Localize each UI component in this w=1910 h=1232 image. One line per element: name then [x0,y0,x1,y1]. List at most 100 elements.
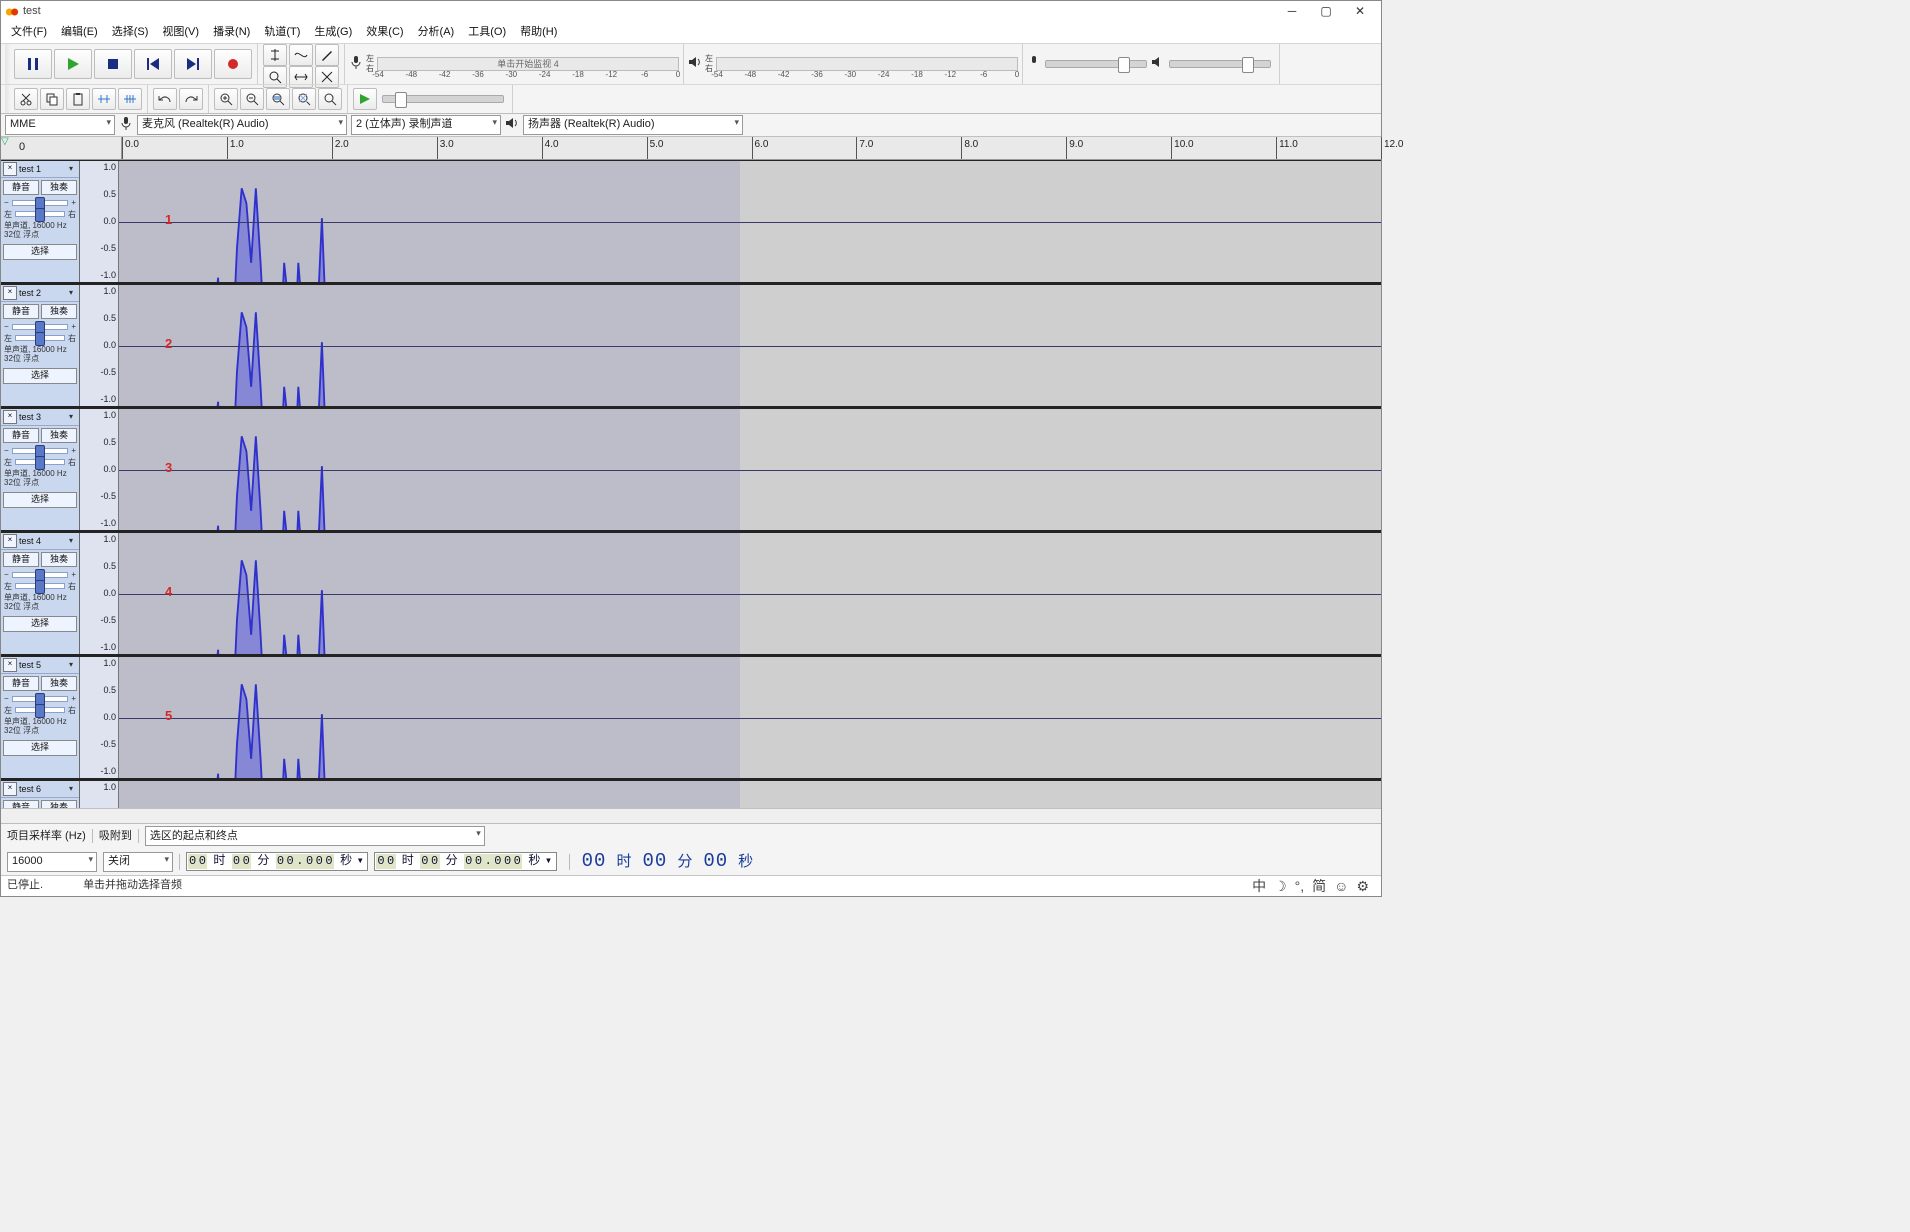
pan-slider[interactable] [15,459,65,465]
gain-slider[interactable] [12,696,69,702]
sample-rate-select[interactable]: 16000 [7,852,97,872]
solo-button[interactable]: 独奏 [41,676,77,691]
track-name[interactable]: test 1 [19,164,63,175]
menu-effect[interactable]: 效果(C) [360,24,409,41]
track-name[interactable]: test 4 [19,536,63,547]
moon-icon[interactable]: ☽ [1274,878,1287,895]
ime-mode[interactable]: 中 [1252,878,1266,895]
horizontal-scrollbar[interactable] [1,808,1381,823]
playback-device-select[interactable]: 扬声器 (Realtek(R) Audio) [523,115,743,135]
recording-meter[interactable]: 单击开始监视 4 -54-48-42-36-30-24-18-12-60 [377,57,679,71]
mute-button[interactable]: 静音 [3,428,39,443]
recording-channels-select[interactable]: 2 (立体声) 录制声道 [351,115,501,135]
vertical-scale[interactable]: 1.00.50.0-0.5-1.0 [80,161,119,282]
track-close-button[interactable]: × [3,534,17,548]
pan-slider[interactable] [15,583,65,589]
skip-end-button[interactable] [174,49,212,79]
play-at-speed-button[interactable] [353,88,377,110]
silence-button[interactable] [118,88,142,110]
gain-slider[interactable] [12,324,69,330]
selection-end-time[interactable]: 00 时 00 分 00.000 秒▾ [374,852,556,870]
track-close-button[interactable]: × [3,162,17,176]
menu-file[interactable]: 文件(F) [5,24,53,41]
menu-edit[interactable]: 编辑(E) [55,24,104,41]
envelope-tool-button[interactable] [289,44,313,66]
solo-button[interactable]: 独奏 [41,800,77,808]
cut-button[interactable] [14,88,38,110]
audio-host-select[interactable]: MME [5,115,115,135]
playback-volume-slider[interactable] [1169,60,1271,68]
mute-button[interactable]: 静音 [3,552,39,567]
playback-speed-slider[interactable] [382,95,504,103]
track-collapse-button[interactable]: 选择 [3,616,77,632]
maximize-button[interactable]: ▢ [1309,1,1343,23]
fit-selection-button[interactable] [266,88,290,110]
zoom-toggle-button[interactable] [318,88,342,110]
mute-button[interactable]: 静音 [3,304,39,319]
stop-button[interactable] [94,49,132,79]
gain-slider[interactable] [12,448,69,454]
zoom-out-button[interactable] [240,88,264,110]
pan-slider[interactable] [15,211,65,217]
menu-generate[interactable]: 生成(G) [308,24,358,41]
solo-button[interactable]: 独奏 [41,552,77,567]
mute-button[interactable]: 静音 [3,676,39,691]
smile-icon[interactable]: ☺ [1334,878,1348,895]
gain-slider[interactable] [12,572,69,578]
grip[interactable] [5,85,11,113]
solo-button[interactable]: 独奏 [41,428,77,443]
selection-tool-button[interactable] [263,44,287,66]
pan-slider[interactable] [15,335,65,341]
recording-device-select[interactable]: 麦克风 (Realtek(R) Audio) [137,115,347,135]
mute-button[interactable]: 静音 [3,180,39,195]
playback-meter[interactable]: -54-48-42-36-30-24-18-12-60 [716,57,1018,71]
menu-select[interactable]: 选择(S) [106,24,155,41]
trim-button[interactable] [92,88,116,110]
menu-view[interactable]: 视图(V) [156,24,205,41]
mute-button[interactable]: 静音 [3,800,39,808]
track-close-button[interactable]: × [3,782,17,796]
tracks-area[interactable]: × test 1 ▾ 静音 独奏 −+ 左右 单声道, 16000 Hz32位 … [1,160,1381,808]
waveform[interactable]: 5 [119,657,1381,778]
pin-icon[interactable]: ▽ [1,136,9,148]
menu-tools[interactable]: 工具(O) [462,24,512,41]
track-menu-button[interactable]: ▾ [65,660,77,670]
track-menu-button[interactable]: ▾ [65,784,77,794]
pause-button[interactable] [14,49,52,79]
track-menu-button[interactable]: ▾ [65,288,77,298]
track-close-button[interactable]: × [3,286,17,300]
track-name[interactable]: test 5 [19,660,63,671]
menu-transport[interactable]: 播录(N) [207,24,256,41]
play-button[interactable] [54,49,92,79]
paste-button[interactable] [66,88,90,110]
waveform[interactable]: 1 [119,161,1381,282]
copy-button[interactable] [40,88,64,110]
redo-button[interactable] [179,88,203,110]
pan-slider[interactable] [15,707,65,713]
close-button[interactable]: ✕ [1343,1,1377,23]
track-close-button[interactable]: × [3,658,17,672]
vertical-scale[interactable]: 1.00.50.0-0.5-1.0 [80,285,119,406]
track-collapse-button[interactable]: 选择 [3,244,77,260]
ime-simplified[interactable]: 简 [1312,878,1326,895]
timeline-ruler[interactable]: ▽ 0 0.01.02.03.04.05.06.07.08.09.010.011… [1,137,1381,160]
track-menu-button[interactable]: ▾ [65,536,77,546]
track-collapse-button[interactable]: 选择 [3,492,77,508]
ime-punct[interactable]: °, [1295,878,1305,895]
solo-button[interactable]: 独奏 [41,304,77,319]
grip[interactable] [5,44,11,84]
track-close-button[interactable]: × [3,410,17,424]
selection-start-time[interactable]: 00 时 00 分 00.000 秒▾ [186,852,368,870]
menu-tracks[interactable]: 轨道(T) [258,24,306,41]
menu-help[interactable]: 帮助(H) [514,24,563,41]
vertical-scale[interactable]: 1.00.50.0-0.5-1.0 [80,781,119,808]
track-name[interactable]: test 3 [19,412,63,423]
track-name[interactable]: test 2 [19,288,63,299]
waveform[interactable]: 2 [119,285,1381,406]
fit-project-button[interactable] [292,88,316,110]
vertical-scale[interactable]: 1.00.50.0-0.5-1.0 [80,409,119,530]
zoom-in-button[interactable] [214,88,238,110]
minimize-button[interactable]: ─ [1275,1,1309,23]
waveform[interactable]: 4 [119,533,1381,654]
gain-slider[interactable] [12,200,69,206]
